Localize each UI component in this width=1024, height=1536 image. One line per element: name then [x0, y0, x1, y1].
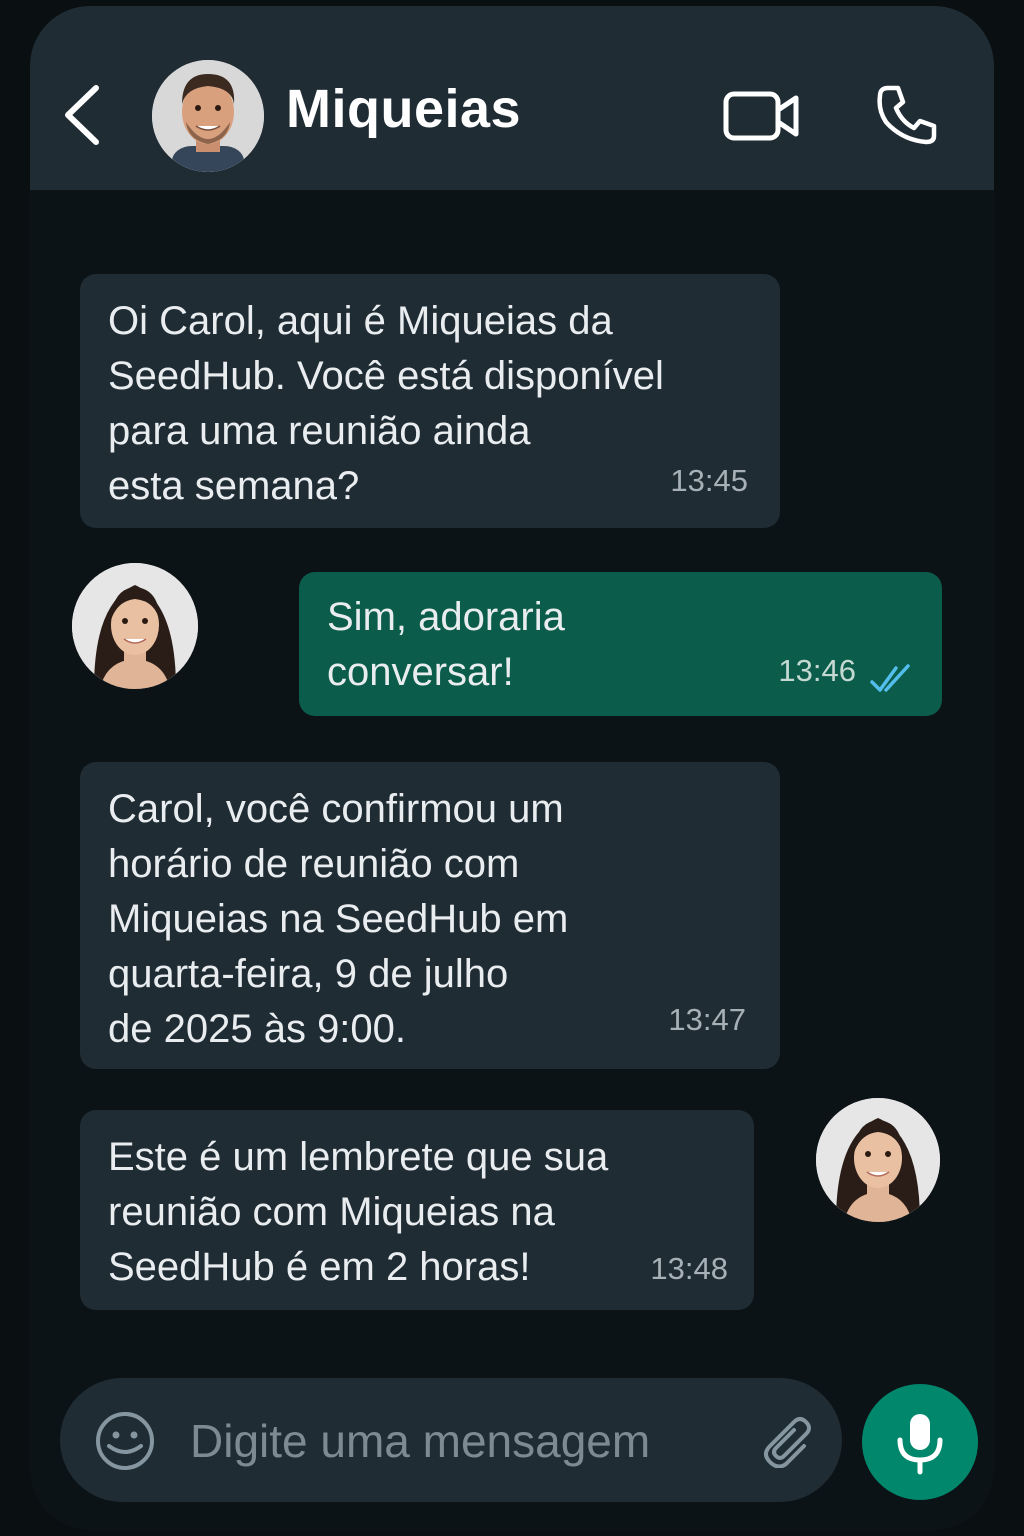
user-avatar-image: [816, 1098, 940, 1222]
microphone-icon: [897, 1414, 943, 1475]
phone-icon: [877, 85, 937, 145]
contact-avatar-image: [152, 60, 264, 172]
message-time: 13:46: [778, 653, 856, 688]
user-avatar-image: [72, 563, 198, 689]
message-bubble-incoming[interactable]: Oi Carol, aqui é Miqueias da SeedHub. Vo…: [80, 274, 780, 528]
emoji-button[interactable]: [94, 1410, 156, 1472]
chevron-left-icon: [65, 85, 99, 145]
contact-name[interactable]: Miqueias: [286, 78, 521, 140]
message-text: Este é um lembrete que sua reunião com M…: [108, 1135, 609, 1289]
message-time: 13:47: [668, 1002, 746, 1037]
message-bubble-incoming[interactable]: Este é um lembrete que sua reunião com M…: [80, 1110, 754, 1310]
message-bubble-incoming[interactable]: Carol, você confirmou um horário de reun…: [80, 762, 780, 1069]
emoji-icon: [96, 1412, 154, 1470]
back-button[interactable]: [58, 82, 106, 148]
message-time: 13:45: [670, 463, 748, 498]
message-text: Carol, você confirmou um horário de reun…: [108, 787, 569, 1051]
video-call-button[interactable]: [722, 88, 802, 144]
user-avatar[interactable]: [72, 563, 198, 689]
voice-call-button[interactable]: [874, 82, 940, 148]
attach-button[interactable]: [760, 1412, 816, 1468]
contact-avatar[interactable]: [152, 60, 264, 172]
paperclip-icon: [764, 1417, 811, 1468]
user-avatar[interactable]: [816, 1098, 940, 1222]
video-camera-icon: [723, 91, 799, 141]
message-text: Oi Carol, aqui é Miqueias da SeedHub. Vo…: [108, 299, 664, 508]
message-input[interactable]: Digite uma mensagem: [190, 1410, 650, 1472]
message-time: 13:48: [650, 1251, 728, 1286]
voice-message-button[interactable]: [862, 1384, 978, 1500]
double-check-icon: [870, 664, 910, 692]
message-bubble-outgoing[interactable]: Sim, adoraria conversar! 13:46: [299, 572, 942, 716]
